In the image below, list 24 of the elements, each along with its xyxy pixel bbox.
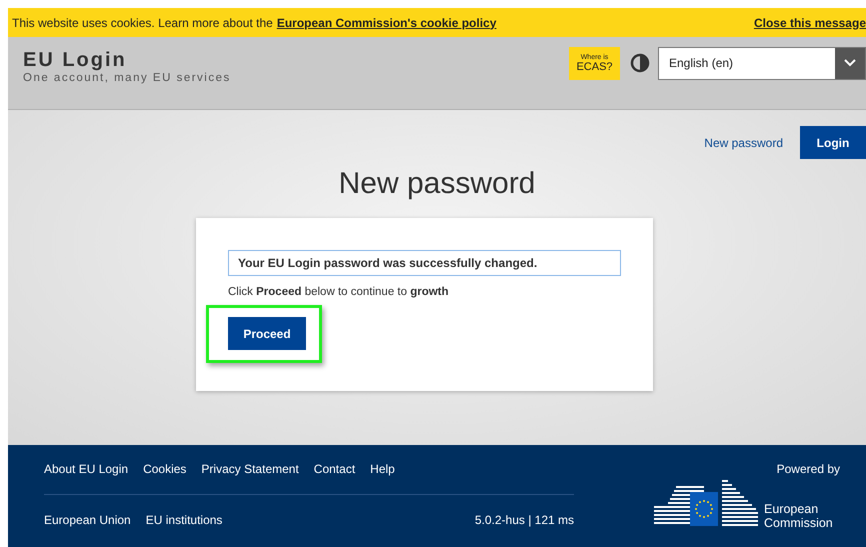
close-message-link[interactable]: Close this message: [754, 16, 866, 30]
success-message: Your EU Login password was successfully changed.: [228, 250, 621, 276]
footer-link[interactable]: About EU Login: [44, 462, 128, 476]
footer-link[interactable]: Privacy Statement: [201, 462, 299, 476]
contrast-icon[interactable]: [630, 53, 650, 73]
site-subtitle: One account, many EU services: [23, 72, 231, 84]
footer-link[interactable]: Cookies: [143, 462, 186, 476]
instruction-text: Click Proceed below to continue to growth: [228, 286, 450, 298]
login-button[interactable]: Login: [800, 126, 866, 159]
footer-link[interactable]: EU institutions: [146, 513, 222, 527]
language-select[interactable]: English (en): [658, 46, 866, 80]
footer-link[interactable]: Contact: [314, 462, 356, 476]
cookie-text: This website uses cookies. Learn more about the: [12, 16, 273, 30]
version-text: 5.0.2-hus | 121 ms: [474, 513, 574, 527]
cookie-policy-link[interactable]: European Commission's cookie policy: [276, 16, 496, 30]
footer-link[interactable]: European Union: [44, 513, 131, 527]
chevron-down-icon: [844, 59, 856, 67]
new-password-link[interactable]: New password: [704, 136, 783, 150]
site-title: EU Login: [23, 48, 128, 72]
proceed-button[interactable]: Proceed: [228, 317, 306, 350]
page-title: New password: [338, 167, 536, 201]
logo-text: European Commission: [764, 502, 834, 530]
footer-link[interactable]: Help: [370, 462, 395, 476]
powered-by-text: Powered by: [776, 462, 840, 476]
